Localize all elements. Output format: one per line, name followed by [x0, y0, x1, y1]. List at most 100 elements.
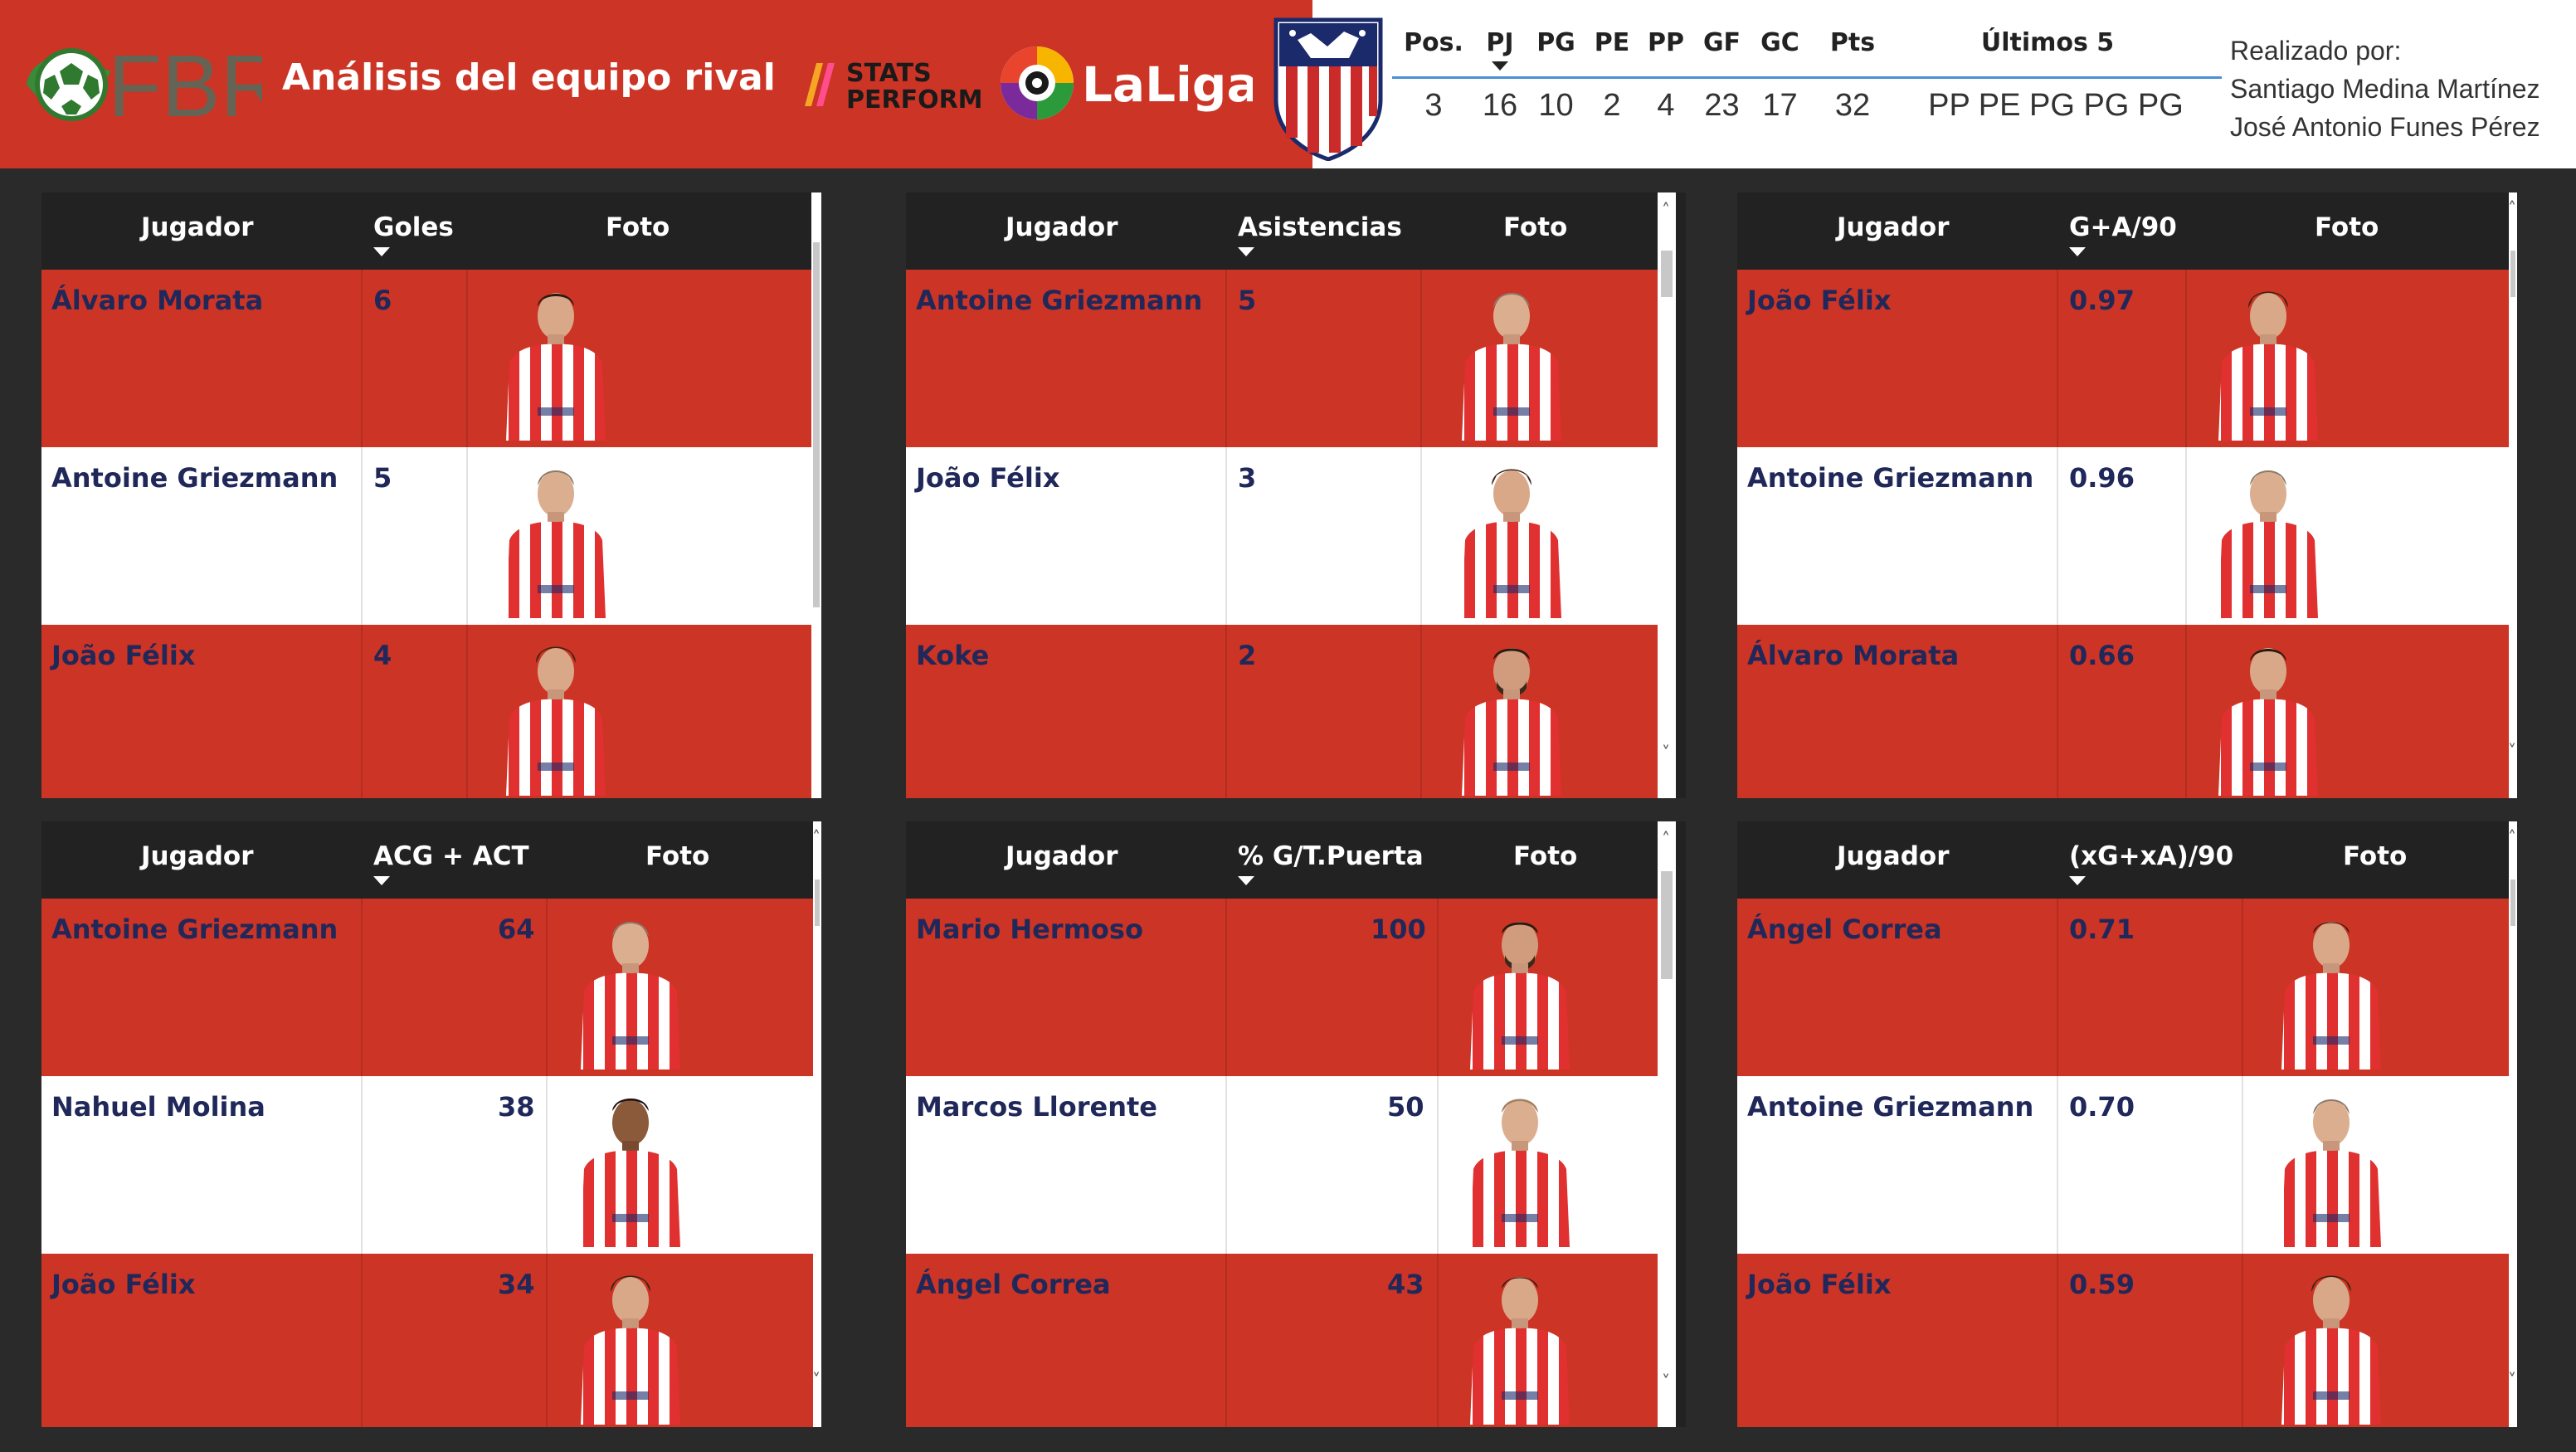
- val-pts: 32: [1834, 88, 1871, 123]
- col-gc[interactable]: GC: [1753, 28, 1807, 57]
- scroll-down-icon[interactable]: ˅: [2502, 740, 2522, 762]
- col-pg[interactable]: PG: [1529, 28, 1583, 57]
- header-jugador[interactable]: Jugador: [1837, 841, 1950, 871]
- panel-header: Jugador Asistencias Foto: [906, 192, 1686, 270]
- table-row[interactable]: Antoine Griezmann 5: [906, 270, 1658, 447]
- scrollbar-thumb[interactable]: [1661, 871, 1673, 979]
- table-row[interactable]: Antoine Griezmann 0.96: [1737, 447, 2509, 625]
- vertical-scrollbar[interactable]: [1658, 821, 1676, 1427]
- svg-text:PERFORM: PERFORM: [846, 85, 981, 113]
- scrollbar-thumb[interactable]: [815, 879, 820, 926]
- scroll-up-icon[interactable]: ˄: [2502, 197, 2522, 219]
- header-goles[interactable]: Goles: [373, 212, 454, 242]
- player-photo-icon: [2281, 1099, 2381, 1247]
- player-name: Nahuel Molina: [51, 1091, 265, 1123]
- table-row[interactable]: Ángel Correa 43: [906, 1254, 1658, 1427]
- table-row[interactable]: João Félix 34: [41, 1254, 813, 1427]
- table-row[interactable]: Antoine Griezmann 64: [41, 899, 813, 1076]
- scrollbar-thumb[interactable]: [2510, 879, 2515, 926]
- header-foto[interactable]: Foto: [606, 212, 670, 242]
- scroll-down-icon[interactable]: ˅: [805, 740, 825, 762]
- col-gf[interactable]: GF: [1695, 28, 1749, 57]
- stat-value: 34: [498, 1269, 535, 1300]
- scroll-up-icon[interactable]: ˄: [1656, 828, 1676, 850]
- player-photo-icon: [2218, 291, 2318, 441]
- panel-header: Jugador % G/T.Puerta Foto: [906, 821, 1686, 899]
- table-row[interactable]: Antoine Griezmann 0.70: [1737, 1076, 2509, 1254]
- player-photo-icon: [1462, 648, 1561, 796]
- scrollbar-thumb[interactable]: [2510, 251, 2515, 297]
- header-g-tpuerta[interactable]: % G/T.Puerta: [1238, 841, 1424, 871]
- col-pp[interactable]: PP: [1641, 28, 1691, 57]
- stat-value: 0.59: [2069, 1269, 2135, 1300]
- player-photo-icon: [1470, 1099, 1570, 1247]
- table-row[interactable]: João Félix 0.97: [1737, 270, 2509, 447]
- table-row[interactable]: Ángel Correa 0.71: [1737, 899, 2509, 1076]
- vertical-scrollbar[interactable]: [813, 821, 821, 1427]
- table-row[interactable]: João Félix 0.59: [1737, 1254, 2509, 1427]
- col-pj[interactable]: PJ: [1475, 28, 1525, 57]
- header-ga90[interactable]: G+A/90: [2069, 212, 2177, 242]
- table-row[interactable]: Álvaro Morata 6: [41, 270, 811, 447]
- header-jugador[interactable]: Jugador: [1006, 841, 1118, 871]
- sort-down-icon: [373, 876, 390, 885]
- scroll-down-icon[interactable]: ˅: [1656, 742, 1676, 763]
- table-row[interactable]: Álvaro Morata 0.66: [1737, 625, 2509, 798]
- panel-header: Jugador (xG+xA)/90 Foto: [1737, 821, 2517, 899]
- sort-down-icon: [373, 247, 390, 256]
- header-jugador[interactable]: Jugador: [1837, 212, 1950, 242]
- player-name: Koke: [916, 640, 990, 671]
- table-row[interactable]: João Félix 3: [906, 447, 1658, 625]
- val-gc: 17: [1762, 88, 1798, 123]
- vertical-scrollbar[interactable]: [2509, 192, 2517, 798]
- header-xgxa90[interactable]: (xG+xA)/90: [2069, 841, 2233, 871]
- header-foto[interactable]: Foto: [1503, 212, 1567, 242]
- vertical-scrollbar[interactable]: [1658, 192, 1676, 798]
- stat-value: 5: [373, 462, 392, 494]
- vertical-scrollbar[interactable]: [811, 192, 821, 798]
- val-pg: 10: [1538, 88, 1574, 123]
- val-ultimos5: PP PE PG PG PG: [1928, 88, 2184, 123]
- player-name: Antoine Griezmann: [51, 914, 338, 945]
- table-row[interactable]: Mario Hermoso 100: [906, 899, 1658, 1076]
- val-gf: 23: [1704, 88, 1740, 123]
- scrollbar-thumb[interactable]: [1661, 251, 1673, 297]
- table-row[interactable]: Koke 2: [906, 625, 1658, 798]
- header-jugador[interactable]: Jugador: [141, 841, 254, 871]
- player-photo-icon: [2218, 648, 2318, 796]
- col-pts[interactable]: Pts: [1819, 28, 1886, 57]
- player-name: João Félix: [916, 462, 1060, 494]
- vertical-scrollbar[interactable]: [2509, 821, 2517, 1427]
- header-foto[interactable]: Foto: [2315, 212, 2379, 242]
- scroll-down-icon[interactable]: ˅: [806, 1369, 826, 1391]
- sort-down-icon: [2069, 247, 2086, 256]
- stat-value: 4: [373, 640, 392, 671]
- header-foto[interactable]: Foto: [2343, 841, 2407, 871]
- header-asistencias[interactable]: Asistencias: [1238, 212, 1402, 242]
- table-row[interactable]: João Félix 4: [41, 625, 811, 798]
- col-pe[interactable]: PE: [1587, 28, 1637, 57]
- table-row[interactable]: Nahuel Molina 38: [41, 1076, 813, 1254]
- header-jugador[interactable]: Jugador: [1006, 212, 1118, 242]
- fbref-logo: FBREF: [27, 37, 262, 129]
- table-row[interactable]: Marcos Llorente 50: [906, 1076, 1658, 1254]
- table-row[interactable]: Antoine Griezmann 5: [41, 447, 811, 625]
- scroll-down-icon[interactable]: ˅: [1656, 1371, 1676, 1392]
- col-ultimos5[interactable]: Últimos 5: [1923, 28, 2172, 57]
- panel-g-tpuerta: Jugador % G/T.Puerta Foto Mario Hermoso …: [906, 821, 1686, 1427]
- header-acg-act[interactable]: ACG + ACT: [373, 841, 529, 871]
- player-name: Álvaro Morata: [51, 285, 264, 316]
- scroll-up-icon[interactable]: ˄: [1656, 199, 1676, 221]
- header-foto[interactable]: Foto: [645, 841, 709, 871]
- scroll-down-icon[interactable]: ˅: [2502, 1369, 2522, 1391]
- player-photo-icon: [2281, 1275, 2381, 1425]
- scrollbar-thumb[interactable]: [813, 242, 820, 607]
- header-foto[interactable]: Foto: [1513, 841, 1577, 871]
- scroll-up-icon[interactable]: ˄: [806, 826, 826, 848]
- panel-ga90: Jugador G+A/90 Foto João Félix 0.97 Anto…: [1737, 192, 2517, 798]
- scroll-up-icon[interactable]: ˄: [805, 196, 825, 217]
- scroll-up-icon[interactable]: ˄: [2502, 826, 2522, 848]
- header-jugador[interactable]: Jugador: [141, 212, 254, 242]
- player-photo-icon: [2281, 922, 2381, 1070]
- player-name: Ángel Correa: [916, 1269, 1111, 1300]
